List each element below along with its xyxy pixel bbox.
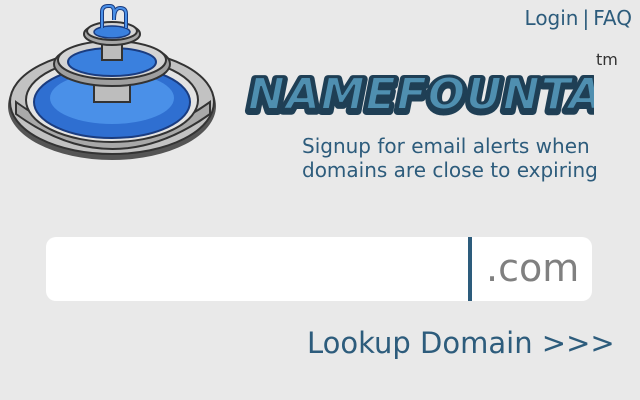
brand-name: NAMEFOUNTAIN bbox=[248, 69, 594, 120]
lookup-domain-button[interactable]: Lookup Domain >>> bbox=[307, 326, 615, 360]
tagline-line-1: Signup for email alerts when bbox=[302, 134, 590, 158]
nav-separator: | bbox=[582, 6, 590, 30]
fountain-icon bbox=[8, 3, 216, 160]
tagline: Signup for email alerts when domains are… bbox=[302, 134, 602, 182]
login-link[interactable]: Login bbox=[525, 6, 579, 30]
tld-divider bbox=[468, 237, 472, 301]
tld-label: .com bbox=[486, 246, 580, 290]
top-nav: Login | FAQ bbox=[525, 6, 632, 30]
tagline-line-2: domains are close to expiring bbox=[302, 158, 598, 182]
domain-search-box: .com bbox=[46, 237, 592, 301]
brand-logo: NAMEFOUNTAIN NAMEFOUNTAIN bbox=[244, 67, 594, 124]
domain-input[interactable] bbox=[56, 245, 470, 295]
faq-link[interactable]: FAQ bbox=[593, 6, 632, 30]
trademark: tm bbox=[596, 50, 618, 69]
page: Login|FAQ NAMEFOUNTAIN NAMEFOUNTAIN tm S… bbox=[0, 0, 640, 400]
